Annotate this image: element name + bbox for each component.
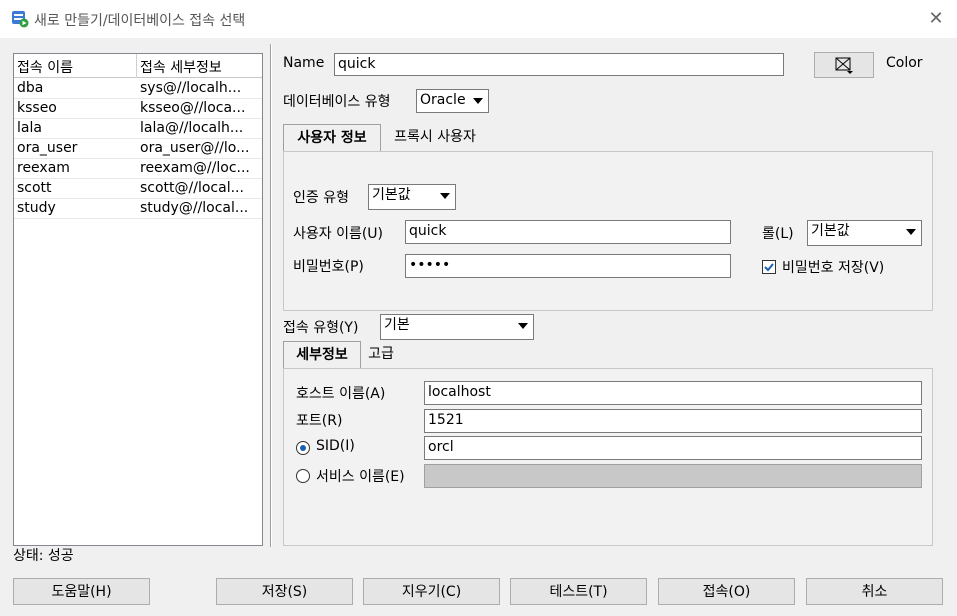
connection-name: study	[17, 200, 56, 216]
list-item[interactable]: ksseo ksseo@//loca...	[14, 99, 262, 119]
connection-list[interactable]: 접속 이름 접속 세부정보 dba sys@//localh... ksseo ks…	[13, 53, 263, 546]
auth-type-select[interactable]: 기본값	[368, 184, 456, 210]
connection-details: ksseo@//loca...	[140, 100, 246, 116]
color-label: Color	[886, 55, 923, 71]
test-button[interactable]: 테스트(T)	[510, 578, 647, 605]
connection-details: scott@//local...	[140, 180, 244, 196]
db-type-label: 데이터베이스 유형	[283, 94, 391, 110]
auth-type-value: 기본값	[372, 187, 411, 203]
role-select[interactable]: 기본값	[807, 220, 922, 246]
connection-details: sys@//localh...	[140, 80, 242, 96]
connection-details: lala@//localh...	[140, 120, 244, 136]
service-name-radio[interactable]	[296, 469, 310, 483]
role-label: 롤(L)	[762, 226, 794, 242]
connection-name: reexam	[17, 160, 70, 176]
cancel-button[interactable]: 취소	[806, 578, 943, 605]
color-picker-button[interactable]	[814, 52, 874, 78]
connection-details: study@//local...	[140, 200, 249, 216]
list-item[interactable]: lala lala@//localh...	[14, 119, 262, 139]
host-input[interactable]: localhost	[424, 381, 922, 405]
port-input[interactable]: 1521	[424, 409, 922, 433]
list-item[interactable]: reexam reexam@//loc...	[14, 159, 262, 179]
username-label: 사용자 이름(U)	[293, 226, 384, 242]
name-label: Name	[283, 55, 325, 71]
check-icon	[764, 263, 774, 272]
save-password-label: 비밀번호 저장(V)	[782, 260, 885, 276]
chevron-down-icon	[906, 229, 916, 235]
save-button[interactable]: 저장(S)	[216, 578, 353, 605]
database-app-icon	[11, 10, 29, 28]
panel-divider[interactable]	[270, 44, 272, 547]
port-label: 포트(R)	[296, 413, 343, 429]
username-input[interactable]: quick	[405, 220, 731, 244]
conn-type-label: 접속 유형(Y)	[283, 320, 359, 336]
conn-type-select[interactable]: 기본	[380, 314, 534, 340]
password-input[interactable]: •••••	[405, 254, 731, 278]
chevron-down-icon	[440, 193, 450, 199]
window-title: 새로 만들기/데이터베이스 접속 선택	[34, 13, 246, 29]
list-item[interactable]: study study@//local...	[14, 199, 262, 219]
tab-details[interactable]: 세부정보	[283, 341, 361, 369]
db-type-value: Oracle	[420, 92, 466, 108]
close-icon[interactable]: ✕	[926, 9, 946, 29]
service-name-label: 서비스 이름(E)	[316, 469, 405, 485]
connection-list-header: 접속 이름 접속 세부정보	[14, 54, 262, 78]
column-header-name[interactable]: 접속 이름	[17, 57, 73, 77]
sid-label: SID(I)	[316, 438, 355, 454]
auth-type-label: 인증 유형	[293, 190, 349, 206]
chevron-down-icon	[518, 323, 528, 329]
role-value: 기본값	[811, 223, 850, 239]
connection-name: ksseo	[17, 100, 57, 116]
chevron-down-icon	[473, 98, 483, 104]
connection-name: ora_user	[17, 140, 78, 156]
db-type-select[interactable]: Oracle	[416, 89, 489, 113]
tab-user-info[interactable]: 사용자 정보	[283, 124, 381, 152]
host-label: 호스트 이름(A)	[296, 386, 386, 402]
tab-proxy-user[interactable]: 프록시 사용자	[385, 124, 485, 152]
color-swatch-icon	[835, 57, 853, 74]
service-name-input[interactable]	[424, 464, 922, 488]
connection-name: lala	[17, 120, 42, 136]
list-item[interactable]: scott scott@//local...	[14, 179, 262, 199]
help-button[interactable]: 도움말(H)	[13, 578, 150, 605]
connection-details: reexam@//loc...	[140, 160, 250, 176]
tab-advanced[interactable]: 고급	[363, 341, 399, 369]
name-input[interactable]: quick	[334, 53, 784, 76]
list-item[interactable]: ora_user ora_user@//lo...	[14, 139, 262, 159]
connection-details: ora_user@//lo...	[140, 140, 250, 156]
save-password-checkbox[interactable]	[762, 260, 776, 274]
password-label: 비밀번호(P)	[293, 259, 364, 275]
connect-button[interactable]: 접속(O)	[658, 578, 795, 605]
list-item[interactable]: dba sys@//localh...	[14, 79, 262, 99]
sid-radio[interactable]	[296, 441, 310, 455]
status-text: 상태: 성공	[13, 548, 74, 564]
connection-name: scott	[17, 180, 52, 196]
conn-type-value: 기본	[384, 317, 410, 333]
column-header-details[interactable]: 접속 세부정보	[140, 57, 222, 77]
sid-input[interactable]: orcl	[424, 436, 922, 460]
connection-name: dba	[17, 80, 44, 96]
clear-button[interactable]: 지우기(C)	[363, 578, 500, 605]
